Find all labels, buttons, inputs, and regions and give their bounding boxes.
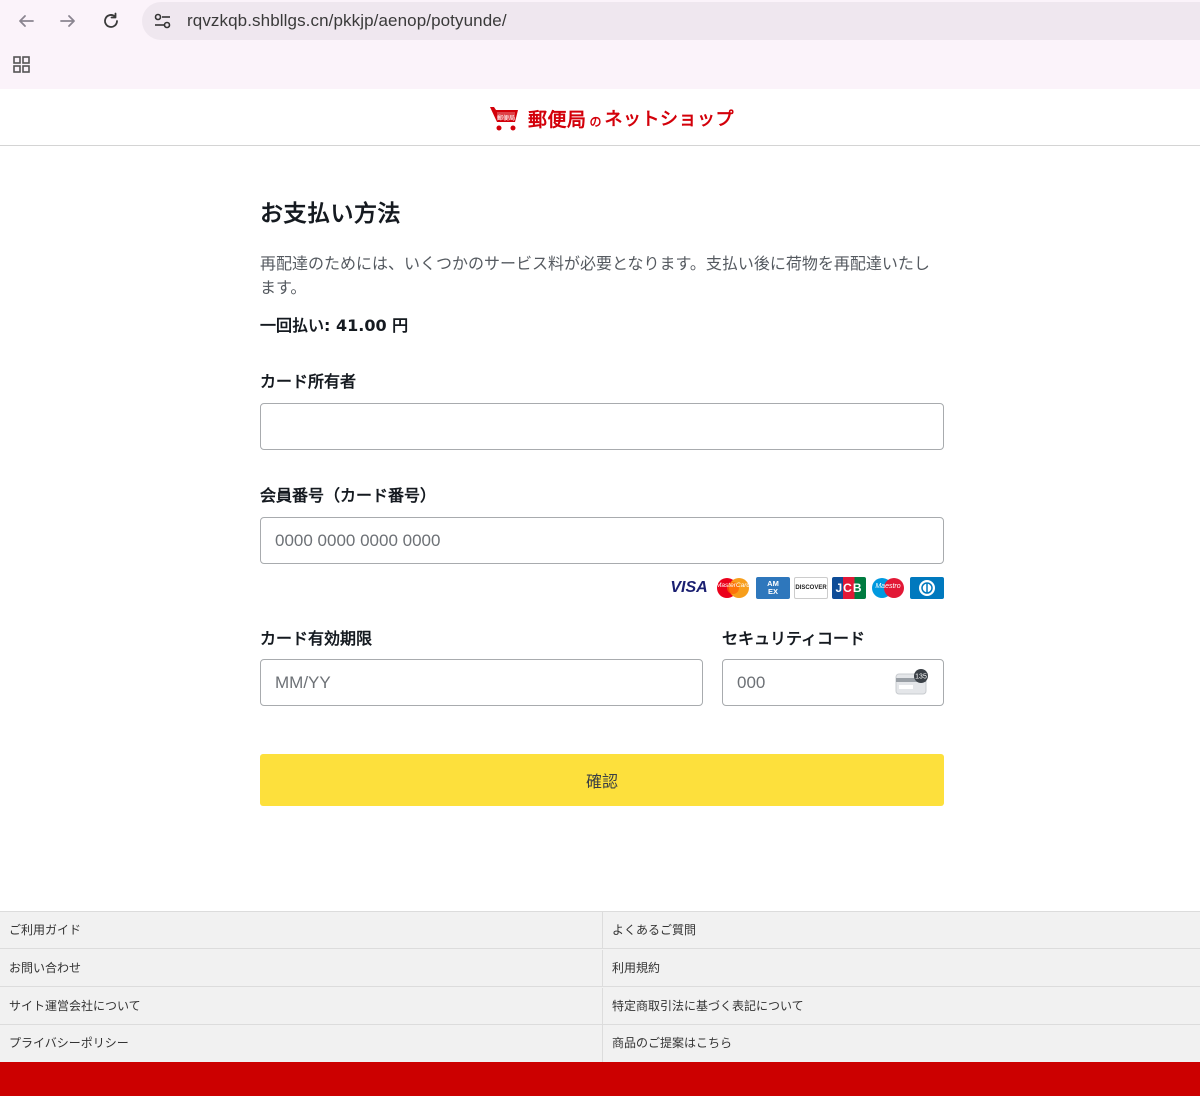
card-number-input[interactable] xyxy=(275,518,897,563)
shopping-cart-icon: 郵便局 xyxy=(490,107,518,131)
tune-icon xyxy=(154,13,171,29)
card-number-field[interactable] xyxy=(260,517,944,564)
maestro-icon: Maestro xyxy=(870,577,906,599)
footer-bar xyxy=(0,1062,1200,1096)
visa-icon: VISA xyxy=(670,578,708,596)
security-code-icon: 135 xyxy=(895,669,928,695)
payment-amount: 一回払い: 41.00 円 xyxy=(260,316,409,335)
logo-sub-text: ネットショップ xyxy=(604,109,735,130)
site-header: 郵便局 郵便局 の ネットショップ xyxy=(0,89,1200,146)
discover-icon: DISCOVER xyxy=(794,576,828,599)
cvc-field[interactable]: 135 xyxy=(722,659,944,706)
url-text[interactable]: rqvzkqb.shbllgs.cn/pkkjp/aenop/potyunde/ xyxy=(187,11,507,31)
card-holder-label: カード所有者 xyxy=(260,372,357,391)
card-number-label: 会員番号（カード番号） xyxy=(260,486,437,505)
logo-icon-text: 郵便局 xyxy=(497,114,515,122)
footer-link-guide[interactable]: ご利用ガイド xyxy=(0,912,603,949)
footer-link-privacy[interactable]: プライバシーポリシー xyxy=(0,1025,603,1062)
browser-toolbar: rqvzkqb.shbllgs.cn/pkkjp/aenop/potyunde/ xyxy=(0,0,1200,90)
card-holder-input[interactable] xyxy=(275,404,897,449)
back-button[interactable] xyxy=(13,9,39,33)
page-title: お支払い方法 xyxy=(260,201,401,227)
footer-link-faq[interactable]: よくあるご質問 xyxy=(603,912,1200,949)
arrow-left-icon xyxy=(19,15,34,27)
logo-small-text: の xyxy=(589,114,602,129)
reload-button[interactable] xyxy=(98,9,124,33)
card-brand-list: VISA MasterCard AM EX DISCOVER JCB Maest… xyxy=(668,576,944,599)
address-bar[interactable]: rqvzkqb.shbllgs.cn/pkkjp/aenop/potyunde/ xyxy=(142,2,1200,40)
card-holder-field[interactable] xyxy=(260,403,944,450)
mastercard-icon: MasterCard xyxy=(714,577,752,599)
cvc-icon-text: 135 xyxy=(915,674,927,681)
site-logo[interactable]: 郵便局 郵便局 の ネットショップ xyxy=(488,102,734,134)
site-settings-button[interactable] xyxy=(150,10,176,32)
footer-link-commercial-law[interactable]: 特定商取引法に基づく表記について xyxy=(603,988,1200,1025)
grid-icon xyxy=(13,56,30,73)
apps-button[interactable] xyxy=(12,55,32,75)
forward-button[interactable] xyxy=(55,9,81,33)
logo-main-text: 郵便局 xyxy=(528,108,587,131)
expiry-label: カード有効期限 xyxy=(260,629,373,648)
confirm-button[interactable]: 確認 xyxy=(260,754,944,806)
payment-description: 再配達のためには、いくつかのサービス料が必要となります。支払い後に荷物を再配達い… xyxy=(260,254,930,297)
expiry-field[interactable] xyxy=(260,659,703,706)
amex-icon: AM EX xyxy=(756,576,790,599)
footer-link-terms[interactable]: 利用規約 xyxy=(603,950,1200,987)
jcb-icon: JCB xyxy=(832,576,866,599)
footer-link-proposal[interactable]: 商品のご提案はこちら xyxy=(603,1025,1200,1062)
cvc-input[interactable] xyxy=(737,660,897,705)
reload-icon xyxy=(104,12,118,28)
arrow-right-icon xyxy=(60,15,75,27)
footer-link-contact[interactable]: お問い合わせ xyxy=(0,950,603,987)
cvc-label: セキュリティコード xyxy=(722,629,866,648)
footer-links: ご利用ガイド よくあるご質問 お問い合わせ 利用規約 サイト運営会社について 特… xyxy=(0,911,1200,1063)
diners-icon xyxy=(910,576,944,599)
expiry-input[interactable] xyxy=(275,660,656,705)
footer-link-company[interactable]: サイト運営会社について xyxy=(0,988,603,1025)
